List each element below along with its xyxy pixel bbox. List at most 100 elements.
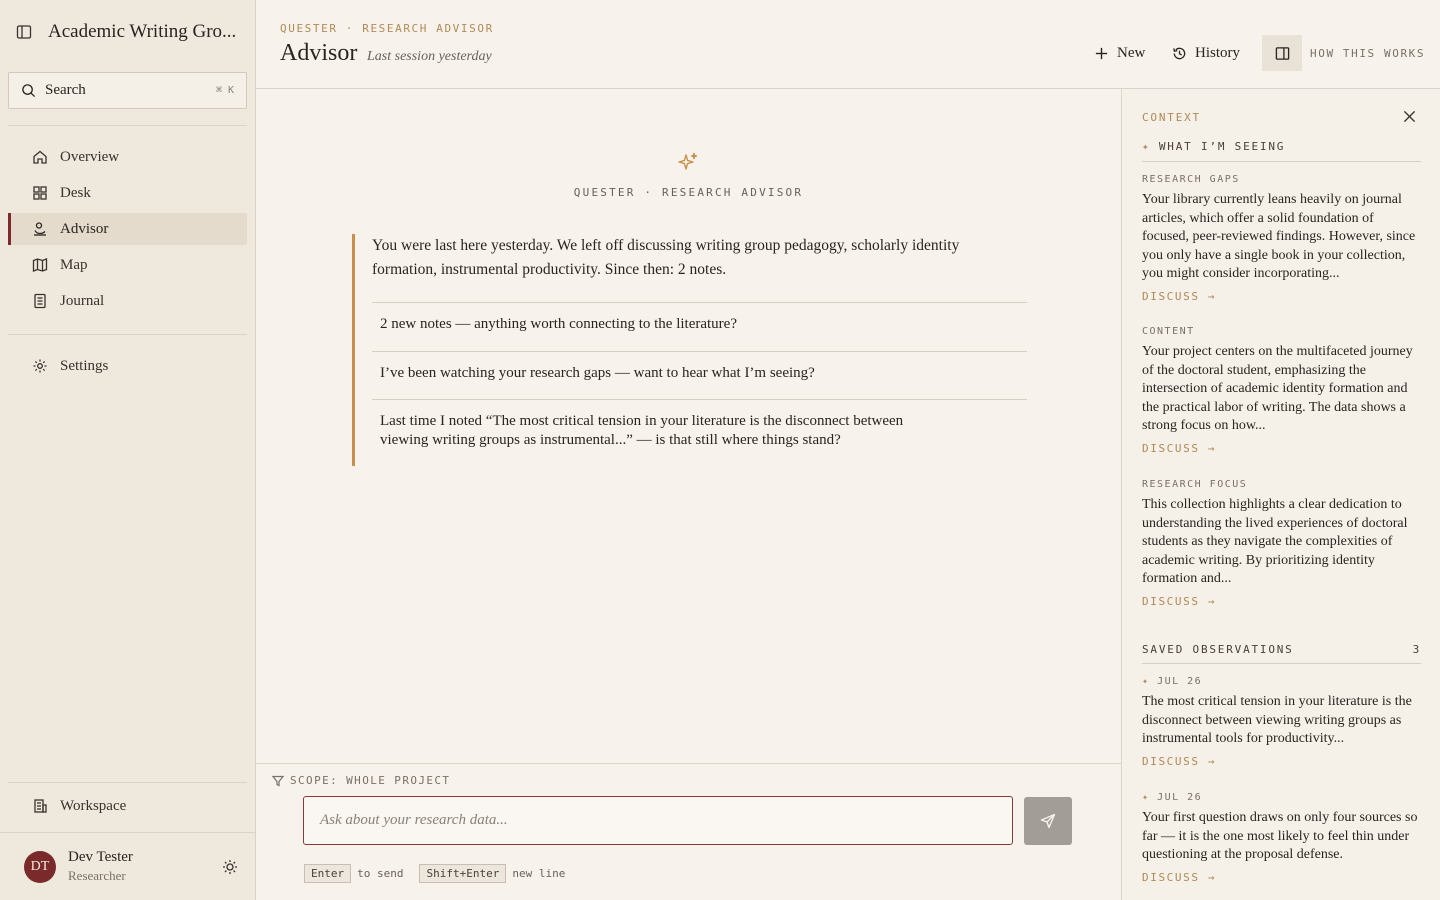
nav-item-label: Settings <box>60 357 109 374</box>
sun-icon[interactable] <box>222 859 238 875</box>
sparkle-dot-icon: ✦ <box>1142 676 1150 687</box>
card-body: Your library currently leans heavily on … <box>1142 192 1416 282</box>
close-icon[interactable] <box>1403 110 1416 123</box>
saved-count: 3 <box>1412 643 1421 656</box>
search-label: Search <box>45 82 86 98</box>
nav-item-desk[interactable]: Desk <box>8 177 247 209</box>
nav-item-journal[interactable]: Journal <box>8 285 247 317</box>
home-icon <box>33 150 47 164</box>
journal-icon <box>34 293 46 309</box>
card-label: CONTENT <box>1142 326 1195 337</box>
building-icon <box>34 799 47 813</box>
suggestion-item[interactable]: 2 new notes — anything worth connecting … <box>372 302 1027 351</box>
map-icon <box>32 258 48 272</box>
observation-card: ✦ JUL 26 Your first question draws on on… <box>1142 792 1421 884</box>
shift-enter-key-hint: Shift+Enter <box>419 864 507 883</box>
section-label: WHAT I’M SEEING <box>1158 140 1286 153</box>
insight-card: CONTENT Your project centers on the mult… <box>1142 326 1421 455</box>
insight-card: RESEARCH GAPS Your library currently lea… <box>1142 174 1421 303</box>
observation-date: ✦ JUL 26 <box>1142 676 1421 687</box>
search-shortcut: ⌘ K <box>215 85 234 96</box>
nav-item-advisor[interactable]: Advisor <box>8 213 247 245</box>
new-button-label: New <box>1117 44 1146 61</box>
sparkle-icon <box>678 152 698 170</box>
card-body: This collection highlights a clear dedic… <box>1142 497 1408 587</box>
sidebar-header: Academic Writing Gro... <box>0 0 255 64</box>
composer: SCOPE: WHOLE PROJECT Ask about your rese… <box>256 763 1121 900</box>
context-panel-toggle[interactable] <box>1262 35 1302 71</box>
nav-item-label: Advisor <box>60 220 109 237</box>
gear-icon <box>33 359 47 373</box>
advisor-label: QUESTER · RESEARCH ADVISOR <box>573 186 804 199</box>
discuss-link[interactable]: DISCUSS → <box>1142 290 1421 303</box>
search-button[interactable]: Search ⌘ K <box>8 72 247 109</box>
chat-area: QUESTER · RESEARCH ADVISOR You were last… <box>256 89 1121 763</box>
suggestion-item[interactable]: I’ve been watching your research gaps — … <box>372 351 1027 399</box>
advisor-message: You were last here yesterday. We left of… <box>352 234 1027 466</box>
scope-label: SCOPE: WHOLE PROJECT <box>290 774 451 787</box>
panel-right-icon <box>1275 46 1289 60</box>
discuss-link[interactable]: DISCUSS → <box>1142 755 1421 768</box>
discuss-link[interactable]: DISCUSS → <box>1142 595 1421 608</box>
saved-title: SAVED OBSERVATIONS <box>1142 643 1294 656</box>
nav-item-label: Overview <box>60 148 120 165</box>
nav-item-map[interactable]: Map <box>8 249 247 281</box>
scope-selector[interactable]: SCOPE: WHOLE PROJECT <box>272 774 450 787</box>
divider <box>8 782 247 783</box>
divider <box>8 334 247 335</box>
card-body: Your project centers on the multifaceted… <box>1142 344 1413 434</box>
discuss-link[interactable]: DISCUSS → <box>1142 871 1421 884</box>
page-title: Advisor <box>280 40 358 66</box>
grid-icon <box>33 186 47 200</box>
nav-item-overview[interactable]: Overview <box>8 141 247 173</box>
nav-item-label: Desk <box>60 184 91 201</box>
user-role: Researcher <box>68 868 126 883</box>
observation-date: ✦ JUL 26 <box>1142 792 1421 803</box>
nav-item-label: Journal <box>60 292 105 309</box>
filter-icon <box>272 775 284 786</box>
user-name: Dev Tester <box>68 849 133 865</box>
observation-body: Your first question draws on only four s… <box>1142 810 1418 863</box>
main-nav: Overview Desk Advisor Map Journal <box>8 141 247 321</box>
user-profile[interactable]: DT Dev Tester Researcher <box>0 832 255 900</box>
card-label: RESEARCH FOCUS <box>1142 479 1248 490</box>
plus-icon <box>1095 47 1108 59</box>
history-button-label: History <box>1195 44 1240 61</box>
discuss-link[interactable]: DISCUSS → <box>1142 442 1421 455</box>
history-button[interactable]: History <box>1172 42 1240 64</box>
divider <box>8 125 247 126</box>
sidebar: Academic Writing Gro... Search ⌘ K Overv… <box>0 0 256 900</box>
new-button[interactable]: New <box>1094 42 1145 64</box>
page-header: QUESTER · RESEARCH ADVISOR Advisor Last … <box>256 0 1440 89</box>
sidebar-toggle-icon[interactable] <box>16 24 32 40</box>
enter-key-hint: Enter <box>304 864 352 883</box>
nav-item-label: Map <box>60 256 88 273</box>
project-title[interactable]: Academic Writing Gro... <box>48 21 236 43</box>
search-icon <box>22 84 36 98</box>
breadcrumb: QUESTER · RESEARCH ADVISOR <box>280 22 494 35</box>
suggestion-item[interactable]: Last time I noted “The most critical ten… <box>372 399 1027 459</box>
date-text: JUL 26 <box>1157 676 1203 687</box>
history-icon <box>1173 47 1186 59</box>
nav-item-settings[interactable]: Settings <box>8 350 247 382</box>
last-session-label: Last session yesterday <box>367 49 492 64</box>
advisor-icon <box>34 222 46 236</box>
context-panel-title: CONTEXT <box>1142 111 1201 124</box>
workspace-nav: Workspace <box>8 790 247 826</box>
card-label: RESEARCH GAPS <box>1142 174 1240 185</box>
send-icon <box>1040 813 1056 829</box>
observation-card: ✦ JUL 26 The most critical tension in yo… <box>1142 676 1421 768</box>
chat-input[interactable]: Ask about your research data... <box>303 796 1013 845</box>
insight-card: RESEARCH FOCUS This collection highlight… <box>1142 479 1421 608</box>
observation-body: The most critical tension in your litera… <box>1142 694 1412 747</box>
what-im-seeing-heading: ✦ WHAT I’M SEEING <box>1142 140 1421 162</box>
saved-observations-heading: SAVED OBSERVATIONS 3 <box>1142 643 1421 664</box>
how-this-works-link[interactable]: HOW THIS WORKS <box>1310 47 1425 60</box>
avatar: DT <box>24 850 56 883</box>
nav-item-label: Workspace <box>60 797 127 814</box>
send-button[interactable] <box>1024 797 1072 845</box>
date-text: JUL 26 <box>1157 792 1203 803</box>
context-panel: CONTEXT ✦ WHAT I’M SEEING RESEARCH GAPS … <box>1121 89 1440 900</box>
sparkle-dot-icon: ✦ <box>1142 140 1151 153</box>
nav-item-workspace[interactable]: Workspace <box>8 790 247 822</box>
